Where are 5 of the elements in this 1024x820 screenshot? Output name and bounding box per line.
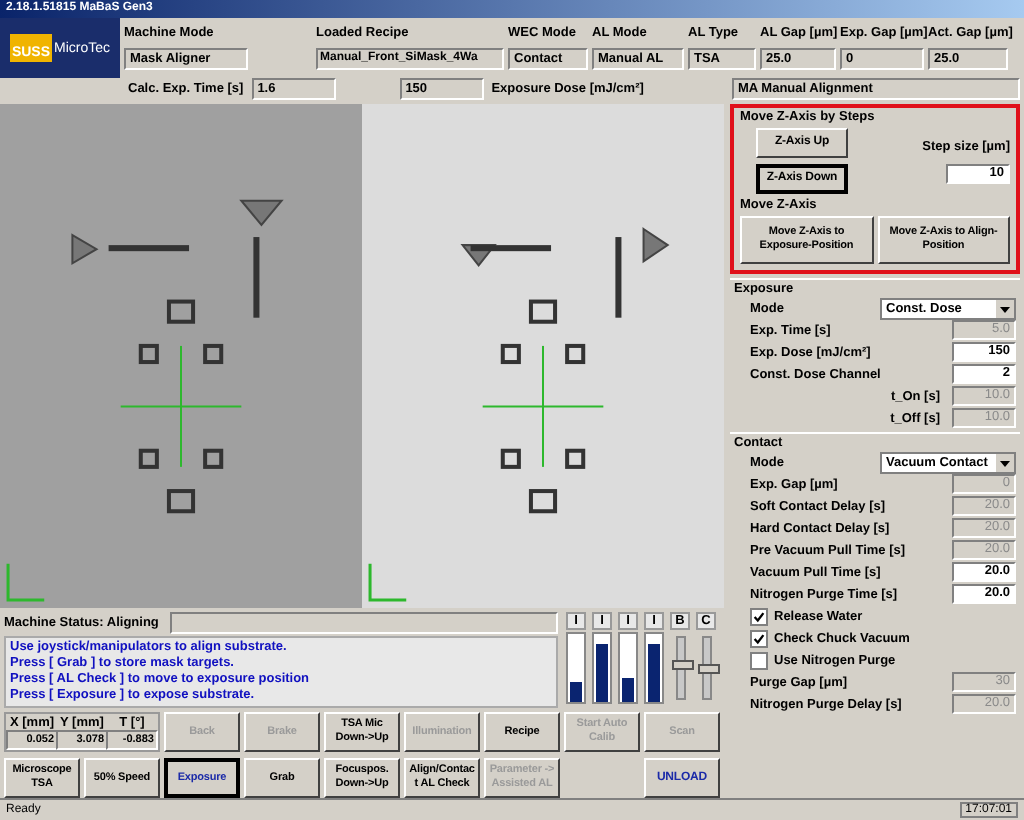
checkbox[interactable] bbox=[750, 651, 768, 669]
slider-thumb[interactable] bbox=[697, 663, 719, 673]
checkbox[interactable] bbox=[750, 607, 768, 625]
slider-thumb[interactable] bbox=[671, 660, 693, 670]
checkbox[interactable] bbox=[750, 629, 768, 647]
